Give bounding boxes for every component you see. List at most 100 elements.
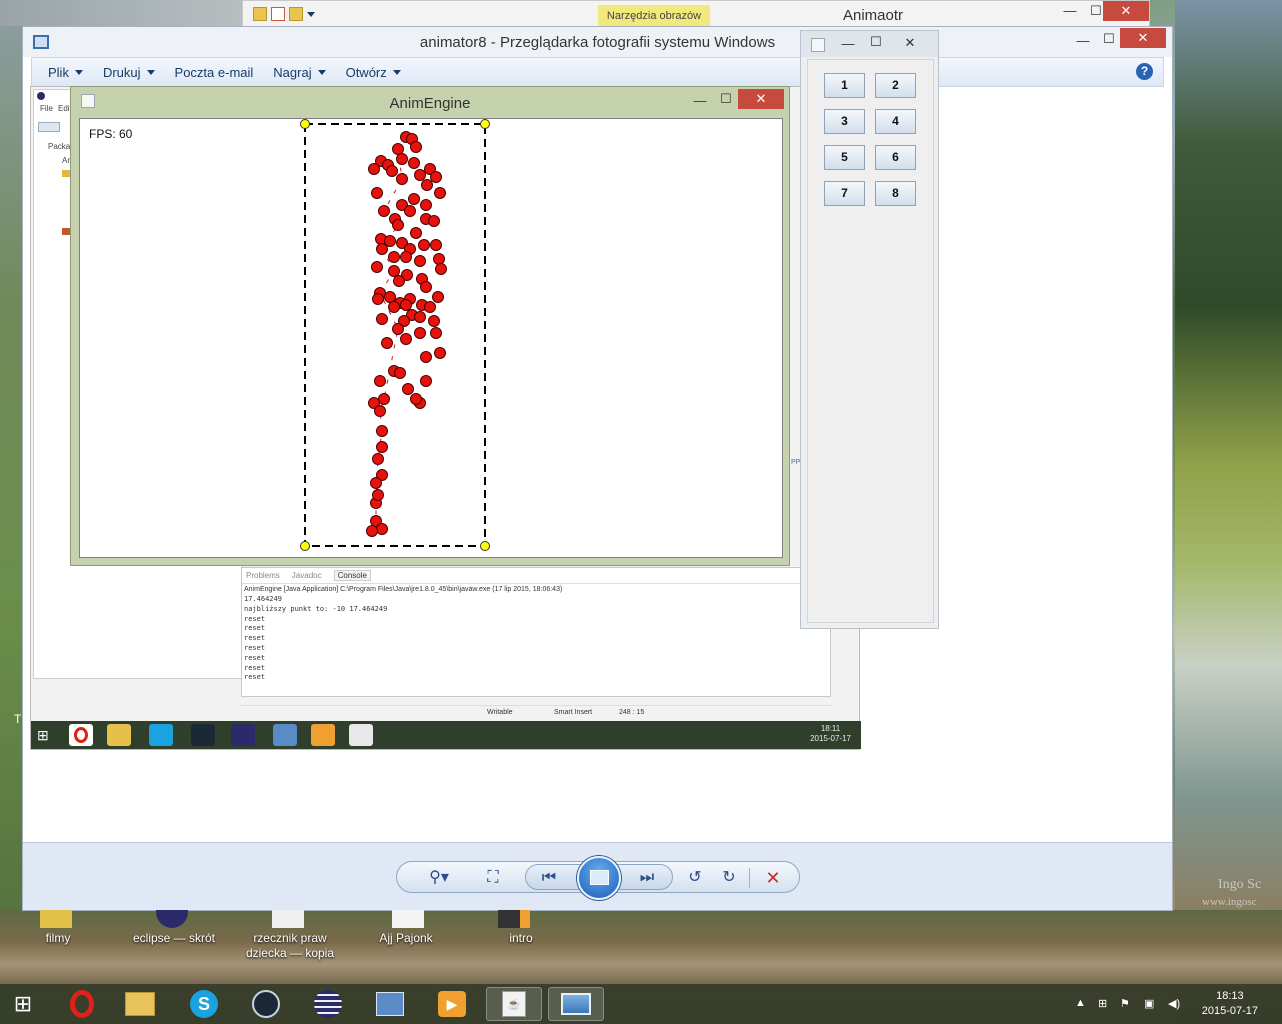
control-point	[384, 291, 396, 303]
taskbar-java[interactable]: ☕	[486, 987, 542, 1021]
divider	[749, 868, 750, 888]
screenshot-taskbar: ⊞ 18:11 2015-07-17	[31, 721, 861, 749]
java-icon: ☕	[502, 991, 526, 1017]
control-point	[376, 313, 388, 325]
next-icon[interactable]: ⏭	[633, 866, 661, 890]
desktop-icon-ajj-pajonk[interactable]: Ajj Pajonk	[364, 931, 448, 945]
animengine-window[interactable]: AnimEngine — ☐ ✕ FPS: 60	[70, 86, 790, 566]
menu-plik[interactable]: Plik	[48, 65, 83, 80]
number-button-5[interactable]: 5	[824, 145, 865, 170]
viewer-title: animator8 - Przeglądarka fotografii syst…	[419, 34, 776, 51]
control-point	[414, 169, 426, 181]
taskbar-control-panel[interactable]	[362, 987, 418, 1021]
console-line: reset	[244, 673, 266, 682]
network-icon[interactable]: ▣	[1144, 997, 1154, 1010]
number-button-2[interactable]: 2	[875, 73, 916, 98]
resize-handle	[300, 541, 310, 551]
tools-tab[interactable]: Narzędzia obrazów	[598, 5, 710, 27]
number-button-6[interactable]: 6	[875, 145, 916, 170]
control-point	[400, 299, 412, 311]
menu-otworz[interactable]: Otwórz	[346, 65, 401, 80]
help-icon[interactable]: ?	[1136, 63, 1153, 80]
system-clock[interactable]: 18:13 2015-07-17	[1202, 989, 1258, 1019]
wallpaper-watermark: Ingo Sc	[1218, 877, 1262, 892]
control-point	[410, 141, 422, 153]
eclipse-console: Problems Javadoc Console AnimEngine [Jav…	[241, 567, 831, 697]
control-point	[372, 293, 384, 305]
taskbar-photo-viewer[interactable]	[548, 987, 604, 1021]
taskbar-opera[interactable]	[54, 987, 110, 1021]
animation-canvas[interactable]: FPS: 60	[79, 118, 783, 558]
animengine-maximize-button[interactable]: ☐	[711, 89, 741, 109]
desktop-icon-intro[interactable]: intro	[496, 931, 546, 945]
show-hidden-icons[interactable]: ▲	[1075, 997, 1086, 1009]
new-folder-icon[interactable]	[289, 7, 303, 21]
quick-access-toolbar	[253, 7, 315, 21]
menu-nagraj[interactable]: Nagraj	[273, 65, 326, 80]
control-point	[396, 153, 408, 165]
slideshow-button[interactable]	[577, 856, 621, 900]
control-point	[414, 255, 426, 267]
action-center-icon[interactable]: ⊞	[1098, 997, 1107, 1010]
control-point	[396, 173, 408, 185]
desktop-icon-rzecznik[interactable]: rzecznik praw dziecka — kopia	[240, 931, 340, 961]
desktop-icon-eclipse[interactable]: eclipse — skrót	[124, 931, 224, 945]
taskbar-eclipse[interactable]	[300, 987, 356, 1021]
menu-poczta[interactable]: Poczta e-mail	[175, 65, 254, 80]
clock-date: 2015-07-17	[1201, 1005, 1258, 1017]
control-point	[378, 205, 390, 217]
close-button[interactable]: ✕	[1103, 1, 1149, 21]
delete-icon[interactable]: ✕	[759, 866, 787, 890]
taskbar-media-player[interactable]: ▶	[424, 987, 480, 1021]
chevron-down-icon[interactable]	[307, 12, 315, 17]
control-point	[376, 441, 388, 453]
previous-icon[interactable]: ⏮	[535, 866, 563, 890]
control-point	[392, 219, 404, 231]
desktop-icon-filmy[interactable]: filmy	[28, 931, 88, 945]
taskbar-skype[interactable]: S	[176, 987, 232, 1021]
control-point	[388, 301, 400, 313]
viewer-close-button[interactable]: ✕	[1120, 28, 1166, 48]
control-point	[366, 525, 378, 537]
number-pad-window[interactable]: — ☐ ✕ 1 2 3 4 5 6 7 8	[800, 30, 939, 629]
control-point	[420, 351, 432, 363]
windows-start-icon[interactable]: ⊞	[0, 987, 46, 1021]
volume-icon[interactable]: ◀)	[1168, 997, 1180, 1010]
properties-icon[interactable]	[271, 7, 285, 21]
document-icon[interactable]	[272, 910, 304, 928]
rotate-right-icon[interactable]: ↻	[715, 866, 743, 890]
zoom-icon[interactable]: ⚲▾	[421, 866, 457, 890]
menu-poczta-label: Poczta e-mail	[174, 64, 254, 80]
taskbar-steam[interactable]	[238, 987, 294, 1021]
pad-close-button[interactable]: ✕	[887, 33, 933, 53]
tab-javadoc: Javadoc	[291, 571, 322, 580]
menu-drukuj-label: Drukuj	[102, 64, 141, 80]
number-button-3[interactable]: 3	[824, 109, 865, 134]
control-point	[414, 327, 426, 339]
flag-icon[interactable]: ⚑	[1120, 997, 1130, 1010]
menu-drukuj[interactable]: Drukuj	[103, 65, 155, 80]
control-point	[370, 477, 382, 489]
wallpaper-watermark-url: www.ingosc	[1202, 896, 1257, 908]
desktop-wallpaper-left	[0, 0, 24, 1024]
control-point	[414, 311, 426, 323]
number-button-1[interactable]: 1	[824, 73, 865, 98]
pad-minimize-button[interactable]: —	[833, 34, 863, 54]
control-point	[430, 327, 442, 339]
number-button-4[interactable]: 4	[875, 109, 916, 134]
video-icon[interactable]	[498, 910, 530, 928]
control-point	[400, 333, 412, 345]
folder-icon[interactable]	[40, 910, 72, 928]
rotate-left-icon[interactable]: ↺	[681, 866, 709, 890]
eclipse-icon	[37, 92, 45, 100]
number-button-8[interactable]: 8	[875, 181, 916, 206]
number-button-7[interactable]: 7	[824, 181, 865, 206]
menu-plik-label: Plik	[48, 64, 69, 80]
folder-icon[interactable]	[253, 7, 267, 21]
document-icon[interactable]	[392, 910, 424, 928]
desktop-wallpaper-top	[0, 0, 242, 26]
actual-size-icon[interactable]: ⛶	[479, 866, 507, 890]
taskbar-explorer[interactable]	[112, 987, 168, 1021]
java-icon	[349, 724, 373, 746]
animengine-close-button[interactable]: ✕	[738, 89, 784, 109]
